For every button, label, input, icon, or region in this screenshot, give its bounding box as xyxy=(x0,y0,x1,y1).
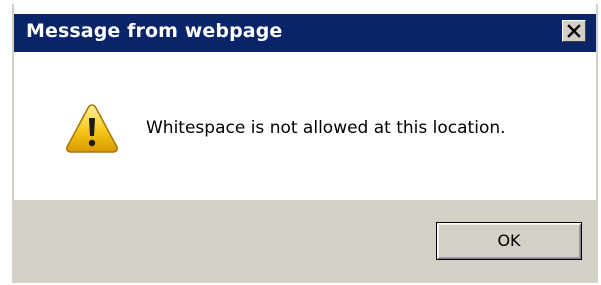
warning-icon xyxy=(66,104,118,153)
close-icon xyxy=(567,24,581,38)
ok-button[interactable]: OK xyxy=(436,222,582,260)
title-bar: Message from webpage xyxy=(14,4,596,54)
dialog-body: Whitespace is not allowed at this locati… xyxy=(14,54,596,200)
close-button[interactable] xyxy=(562,20,586,42)
message-dialog: Message from webpage Whitespace is not a… xyxy=(12,4,598,283)
dialog-footer: OK xyxy=(14,200,596,283)
dialog-message: Whitespace is not allowed at this locati… xyxy=(146,118,506,138)
dialog-title: Message from webpage xyxy=(26,20,283,42)
